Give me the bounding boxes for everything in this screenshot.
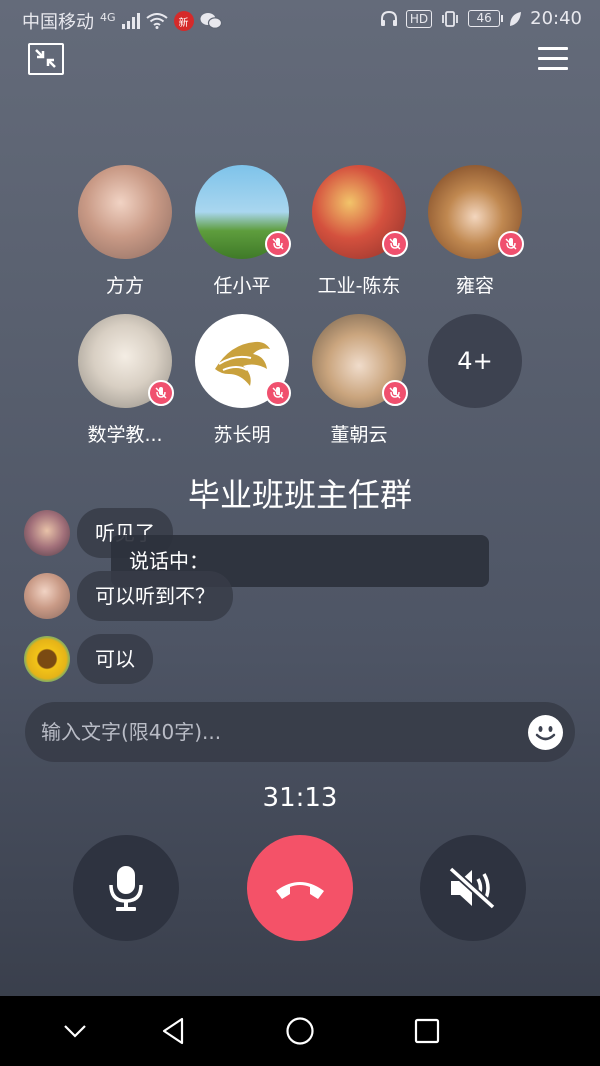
participant[interactable]: 雍容 xyxy=(415,165,535,298)
participant[interactable]: 方方 xyxy=(65,165,185,298)
chevron-down-icon xyxy=(64,1025,86,1038)
weibo-icon: 新 xyxy=(173,11,194,31)
participant[interactable]: 苏长明 xyxy=(182,314,302,447)
speaker-button[interactable] xyxy=(420,835,526,941)
mic-muted-icon xyxy=(382,231,408,257)
chat-avatar xyxy=(24,636,70,682)
hangup-button[interactable] xyxy=(247,835,353,941)
message-input[interactable] xyxy=(41,702,521,762)
more-participants[interactable]: 4+ xyxy=(415,314,535,408)
home-circle-icon xyxy=(286,1017,314,1045)
wechat-icon xyxy=(200,13,222,29)
vibrate-icon xyxy=(442,10,459,27)
wifi-icon xyxy=(145,13,168,29)
status-bar: 中国移动 4G 新 HD 46 20:40 xyxy=(0,0,600,40)
mic-muted-icon xyxy=(265,231,291,257)
participant-name: 工业-陈东 xyxy=(317,275,401,297)
mic-button[interactable] xyxy=(73,835,179,941)
avatar xyxy=(195,165,291,259)
mic-muted-icon xyxy=(498,231,524,257)
menu-icon-line xyxy=(538,67,568,70)
avatar xyxy=(78,165,172,259)
emoji-button[interactable] xyxy=(528,715,563,750)
emoji-icon xyxy=(535,726,556,741)
carrier-label: 中国移动 xyxy=(22,12,94,33)
participant[interactable]: 董朝云 xyxy=(299,314,419,447)
back-triangle-icon xyxy=(162,1017,184,1045)
participant-name: 雍容 xyxy=(455,275,494,297)
chat-avatar xyxy=(24,573,70,619)
signal-icon xyxy=(121,13,140,29)
avatar xyxy=(312,165,408,259)
avatar xyxy=(312,314,408,408)
network-type: 4G xyxy=(100,10,116,24)
hd-badge: HD xyxy=(405,9,433,28)
recents-square-icon xyxy=(414,1018,440,1044)
chat-bubble: 可以听到不？ xyxy=(77,571,233,621)
message-input-box xyxy=(25,702,575,762)
menu-button[interactable] xyxy=(538,46,568,72)
participant[interactable]: 工业-陈东 xyxy=(299,165,419,298)
chat-message: 可以 xyxy=(24,634,153,684)
nav-back-button[interactable] xyxy=(156,1014,190,1048)
nav-recents-button[interactable] xyxy=(410,1014,444,1048)
nav-collapse-button[interactable] xyxy=(58,1014,92,1048)
avatar xyxy=(78,314,174,408)
phone-hangup-icon xyxy=(276,882,324,899)
participant-name: 数学教... xyxy=(87,424,163,446)
minimize-icon xyxy=(35,49,56,68)
avatar xyxy=(195,314,291,408)
nav-home-button[interactable] xyxy=(283,1014,317,1048)
chat-bubble: 可以 xyxy=(77,634,153,684)
battery-icon: 46 xyxy=(468,10,504,27)
mic-muted-icon xyxy=(382,380,408,406)
speaker-muted-icon xyxy=(448,866,496,910)
participant-name: 苏长明 xyxy=(213,424,271,446)
menu-icon-line xyxy=(538,57,568,60)
call-timer: 31:13 xyxy=(262,783,338,813)
navigation-bar xyxy=(0,996,600,1066)
microphone-icon xyxy=(109,866,143,911)
avatar xyxy=(428,165,524,259)
leaf-icon xyxy=(510,11,522,26)
more-participants-button[interactable]: 4+ xyxy=(428,314,522,408)
participant[interactable]: 任小平 xyxy=(182,165,302,298)
participant-name: 方方 xyxy=(105,275,144,297)
headset-icon xyxy=(380,10,397,26)
menu-icon xyxy=(538,47,568,50)
clock: 20:40 xyxy=(530,8,582,29)
mic-muted-icon xyxy=(265,380,291,406)
mic-muted-icon xyxy=(148,380,174,406)
chat-avatar xyxy=(24,510,70,556)
chat-message: 可以听到不？ xyxy=(24,571,233,621)
minimize-button[interactable] xyxy=(28,43,64,75)
participant[interactable]: 数学教... xyxy=(65,314,185,447)
participant-name: 董朝云 xyxy=(330,424,388,446)
participant-name: 任小平 xyxy=(213,275,271,297)
